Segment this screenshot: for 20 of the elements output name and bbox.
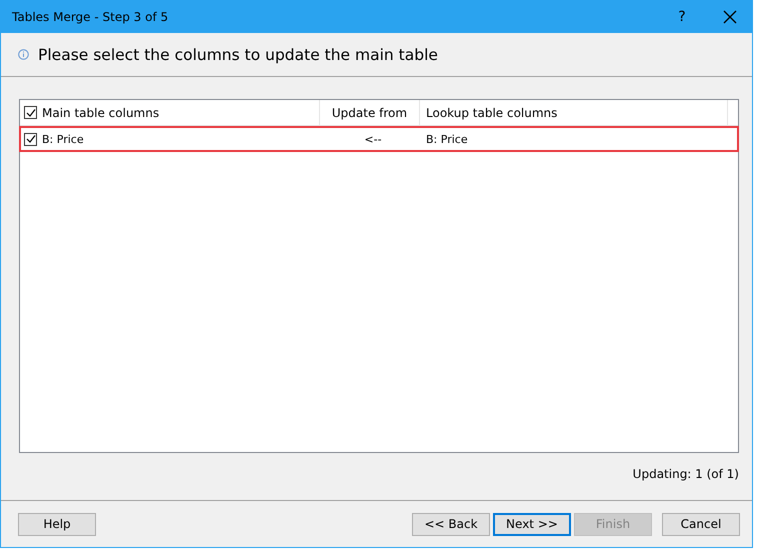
column-header[interactable]: Update from — [320, 100, 420, 126]
column-header[interactable]: Main table columns — [20, 100, 320, 126]
checkbox[interactable] — [24, 132, 37, 146]
help-button[interactable]: Help — [18, 512, 96, 536]
table-cell: <-- — [364, 132, 382, 146]
status-text: Updating: 1 (of 1) — [632, 467, 739, 482]
instruction-text: Please select the columns to update the main table — [38, 46, 438, 64]
info-icon — [18, 49, 29, 60]
window-title: Tables Merge - Step 3 of 5 — [12, 10, 170, 24]
wizard-button[interactable]: Cancel — [662, 512, 740, 536]
column-header[interactable]: Lookup table columns — [420, 100, 728, 126]
wizard-button[interactable]: Next >> — [493, 512, 571, 536]
checkbox[interactable] — [24, 106, 37, 120]
wizard-button[interactable]: << Back — [412, 512, 490, 536]
table-row[interactable]: B: Price <-- B: Price — [21, 128, 737, 150]
help-button[interactable]: ? — [660, 0, 704, 33]
table-cell: B: Price — [42, 132, 84, 146]
table-cell: B: Price — [426, 132, 468, 146]
close-icon — [723, 10, 737, 24]
column-label: Main table columns — [42, 106, 160, 120]
